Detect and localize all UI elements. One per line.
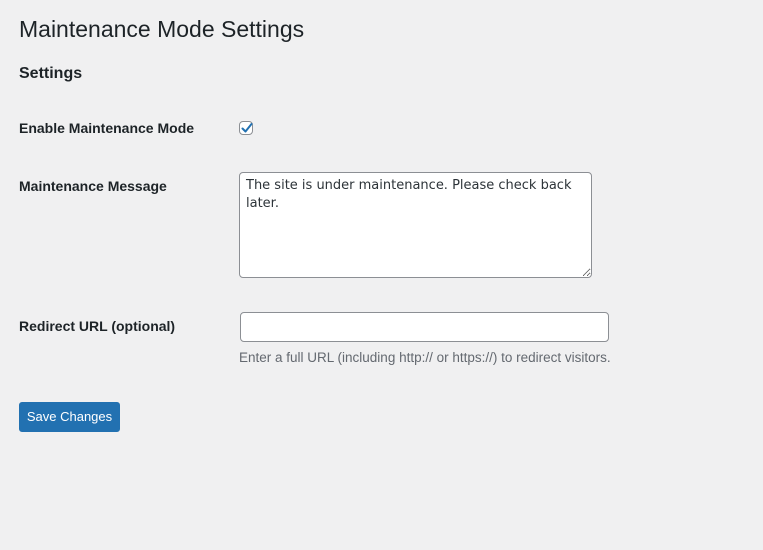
enable-maintenance-label: Enable Maintenance Mode: [19, 120, 195, 136]
enable-maintenance-checkbox[interactable]: [239, 121, 253, 135]
save-changes-button[interactable]: Save Changes: [19, 402, 120, 432]
maintenance-message-label: Maintenance Message: [19, 178, 167, 194]
redirect-url-description: Enter a full URL (including http:// or h…: [239, 350, 611, 365]
maintenance-message-textarea[interactable]: The site is under maintenance. Please ch…: [239, 172, 592, 278]
page-title: Maintenance Mode Settings: [19, 16, 305, 42]
section-title: Settings: [19, 65, 83, 82]
checkmark-icon: [241, 123, 253, 133]
redirect-url-input[interactable]: [240, 312, 609, 342]
redirect-url-label: Redirect URL (optional): [19, 318, 176, 334]
